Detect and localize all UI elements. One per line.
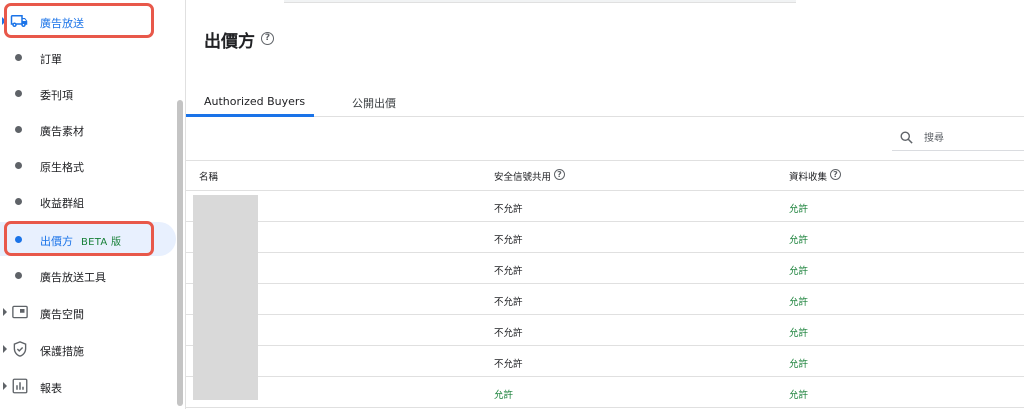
table-row[interactable]: 不允許 允許	[186, 315, 1024, 346]
page-title-text: 出價方	[204, 32, 255, 52]
table-row[interactable]: 不允許 允許	[186, 222, 1024, 253]
table-row[interactable]: 不允許 允許	[186, 253, 1024, 284]
ad-space-icon	[12, 305, 28, 319]
bidders-label: 出價方	[40, 235, 73, 248]
bullet-icon	[15, 272, 22, 279]
bullet-icon	[15, 90, 22, 97]
tab-bar: Authorized Buyers 公開出價	[186, 86, 1024, 117]
sidebar-item-reports[interactable]: 報表	[0, 369, 176, 403]
bullet-icon	[15, 236, 22, 243]
sidebar-item-creatives[interactable]: 廣告素材	[0, 112, 176, 146]
bullet-icon	[15, 162, 22, 169]
data-collection-cell: 允許	[789, 235, 809, 246]
sidebar-item-orders[interactable]: 訂單	[0, 40, 176, 74]
signal-sharing-cell: 不允許	[494, 359, 523, 370]
sidebar-item-label: 廣告放送工具	[40, 271, 106, 284]
sidebar-item-label: 訂單	[40, 53, 62, 66]
sidebar-scrollbar[interactable]	[177, 100, 183, 406]
data-collection-cell: 允許	[789, 390, 809, 401]
signal-sharing-cell: 允許	[494, 390, 514, 401]
chevron-right-icon	[2, 17, 6, 25]
sidebar-item-protections[interactable]: 保護措施	[0, 332, 176, 366]
search-box[interactable]	[892, 124, 1024, 151]
sidebar-item-label: 收益群組	[40, 197, 84, 210]
sidebar-item-label: 報表	[40, 382, 62, 395]
table-header: 名稱 安全信號共用 ? 資料收集 ?	[186, 160, 1024, 191]
sidebar-item-label: 保護措施	[40, 345, 84, 358]
table-row[interactable]: 不允許 允許	[186, 191, 1024, 222]
chevron-right-icon	[3, 308, 7, 316]
column-header-signal-sharing[interactable]: 安全信號共用	[494, 169, 551, 183]
sidebar-item-delivery[interactable]: 廣告放送	[0, 4, 176, 38]
active-tab-indicator	[186, 114, 314, 117]
chevron-right-icon	[3, 382, 7, 390]
data-collection-cell: 允許	[789, 359, 809, 370]
signal-sharing-cell: 不允許	[494, 204, 523, 215]
data-collection-cell: 允許	[789, 204, 809, 215]
table-row[interactable]: 允許 允許	[186, 377, 1024, 408]
tab-authorized-buyers[interactable]: Authorized Buyers	[204, 95, 305, 108]
top-bar	[284, 0, 796, 3]
help-icon[interactable]: ?	[830, 169, 841, 180]
beta-badge: BETA 版	[81, 237, 122, 248]
search-icon	[900, 131, 913, 144]
sidebar-item-inventory[interactable]: 廣告空間	[0, 295, 176, 329]
signal-sharing-cell: 不允許	[494, 266, 523, 277]
help-icon[interactable]: ?	[554, 169, 565, 180]
column-header-name[interactable]: 名稱	[199, 169, 218, 183]
signal-sharing-cell: 不允許	[494, 328, 523, 339]
bar-chart-icon	[12, 378, 28, 394]
bullet-icon	[15, 54, 22, 61]
page-title: 出價方	[204, 27, 255, 52]
sidebar-item-delivery-tools[interactable]: 廣告放送工具	[0, 258, 176, 292]
sidebar-item-native[interactable]: 原生格式	[0, 148, 176, 182]
help-icon[interactable]: ?	[261, 32, 274, 45]
sidebar-item-yield-groups[interactable]: 收益群組	[0, 184, 176, 218]
sidebar: 廣告放送 訂單 委刊項 廣告素材 原生格式 收益群組 出價方 BETA 版 廣告放…	[0, 0, 186, 409]
chevron-right-icon	[3, 345, 7, 353]
shield-icon	[13, 341, 27, 357]
table-row[interactable]: 不允許 允許	[186, 346, 1024, 377]
data-collection-cell: 允許	[789, 328, 809, 339]
tab-open-bidding[interactable]: 公開出價	[352, 95, 396, 111]
search-input[interactable]	[924, 130, 1019, 146]
redacted-names-block	[193, 195, 258, 400]
sidebar-item-label: 出價方 BETA 版	[40, 233, 121, 249]
sidebar-item-bidders[interactable]: 出價方 BETA 版	[0, 222, 176, 256]
sidebar-item-label: 原生格式	[40, 161, 84, 174]
table-row[interactable]: 不允許 允許	[186, 284, 1024, 315]
sidebar-item-label: 委刊項	[40, 89, 73, 102]
column-header-data-collection[interactable]: 資料收集	[789, 169, 827, 183]
data-collection-cell: 允許	[789, 266, 809, 277]
sidebar-item-label: 廣告空間	[40, 308, 84, 321]
sidebar-item-label: 廣告素材	[40, 125, 84, 138]
signal-sharing-cell: 不允許	[494, 297, 523, 308]
truck-icon	[10, 15, 28, 27]
bullet-icon	[15, 198, 22, 205]
sidebar-item-line-items[interactable]: 委刊項	[0, 76, 176, 110]
data-collection-cell: 允許	[789, 297, 809, 308]
sidebar-item-label: 廣告放送	[40, 17, 84, 30]
bullet-icon	[15, 126, 22, 133]
signal-sharing-cell: 不允許	[494, 235, 523, 246]
